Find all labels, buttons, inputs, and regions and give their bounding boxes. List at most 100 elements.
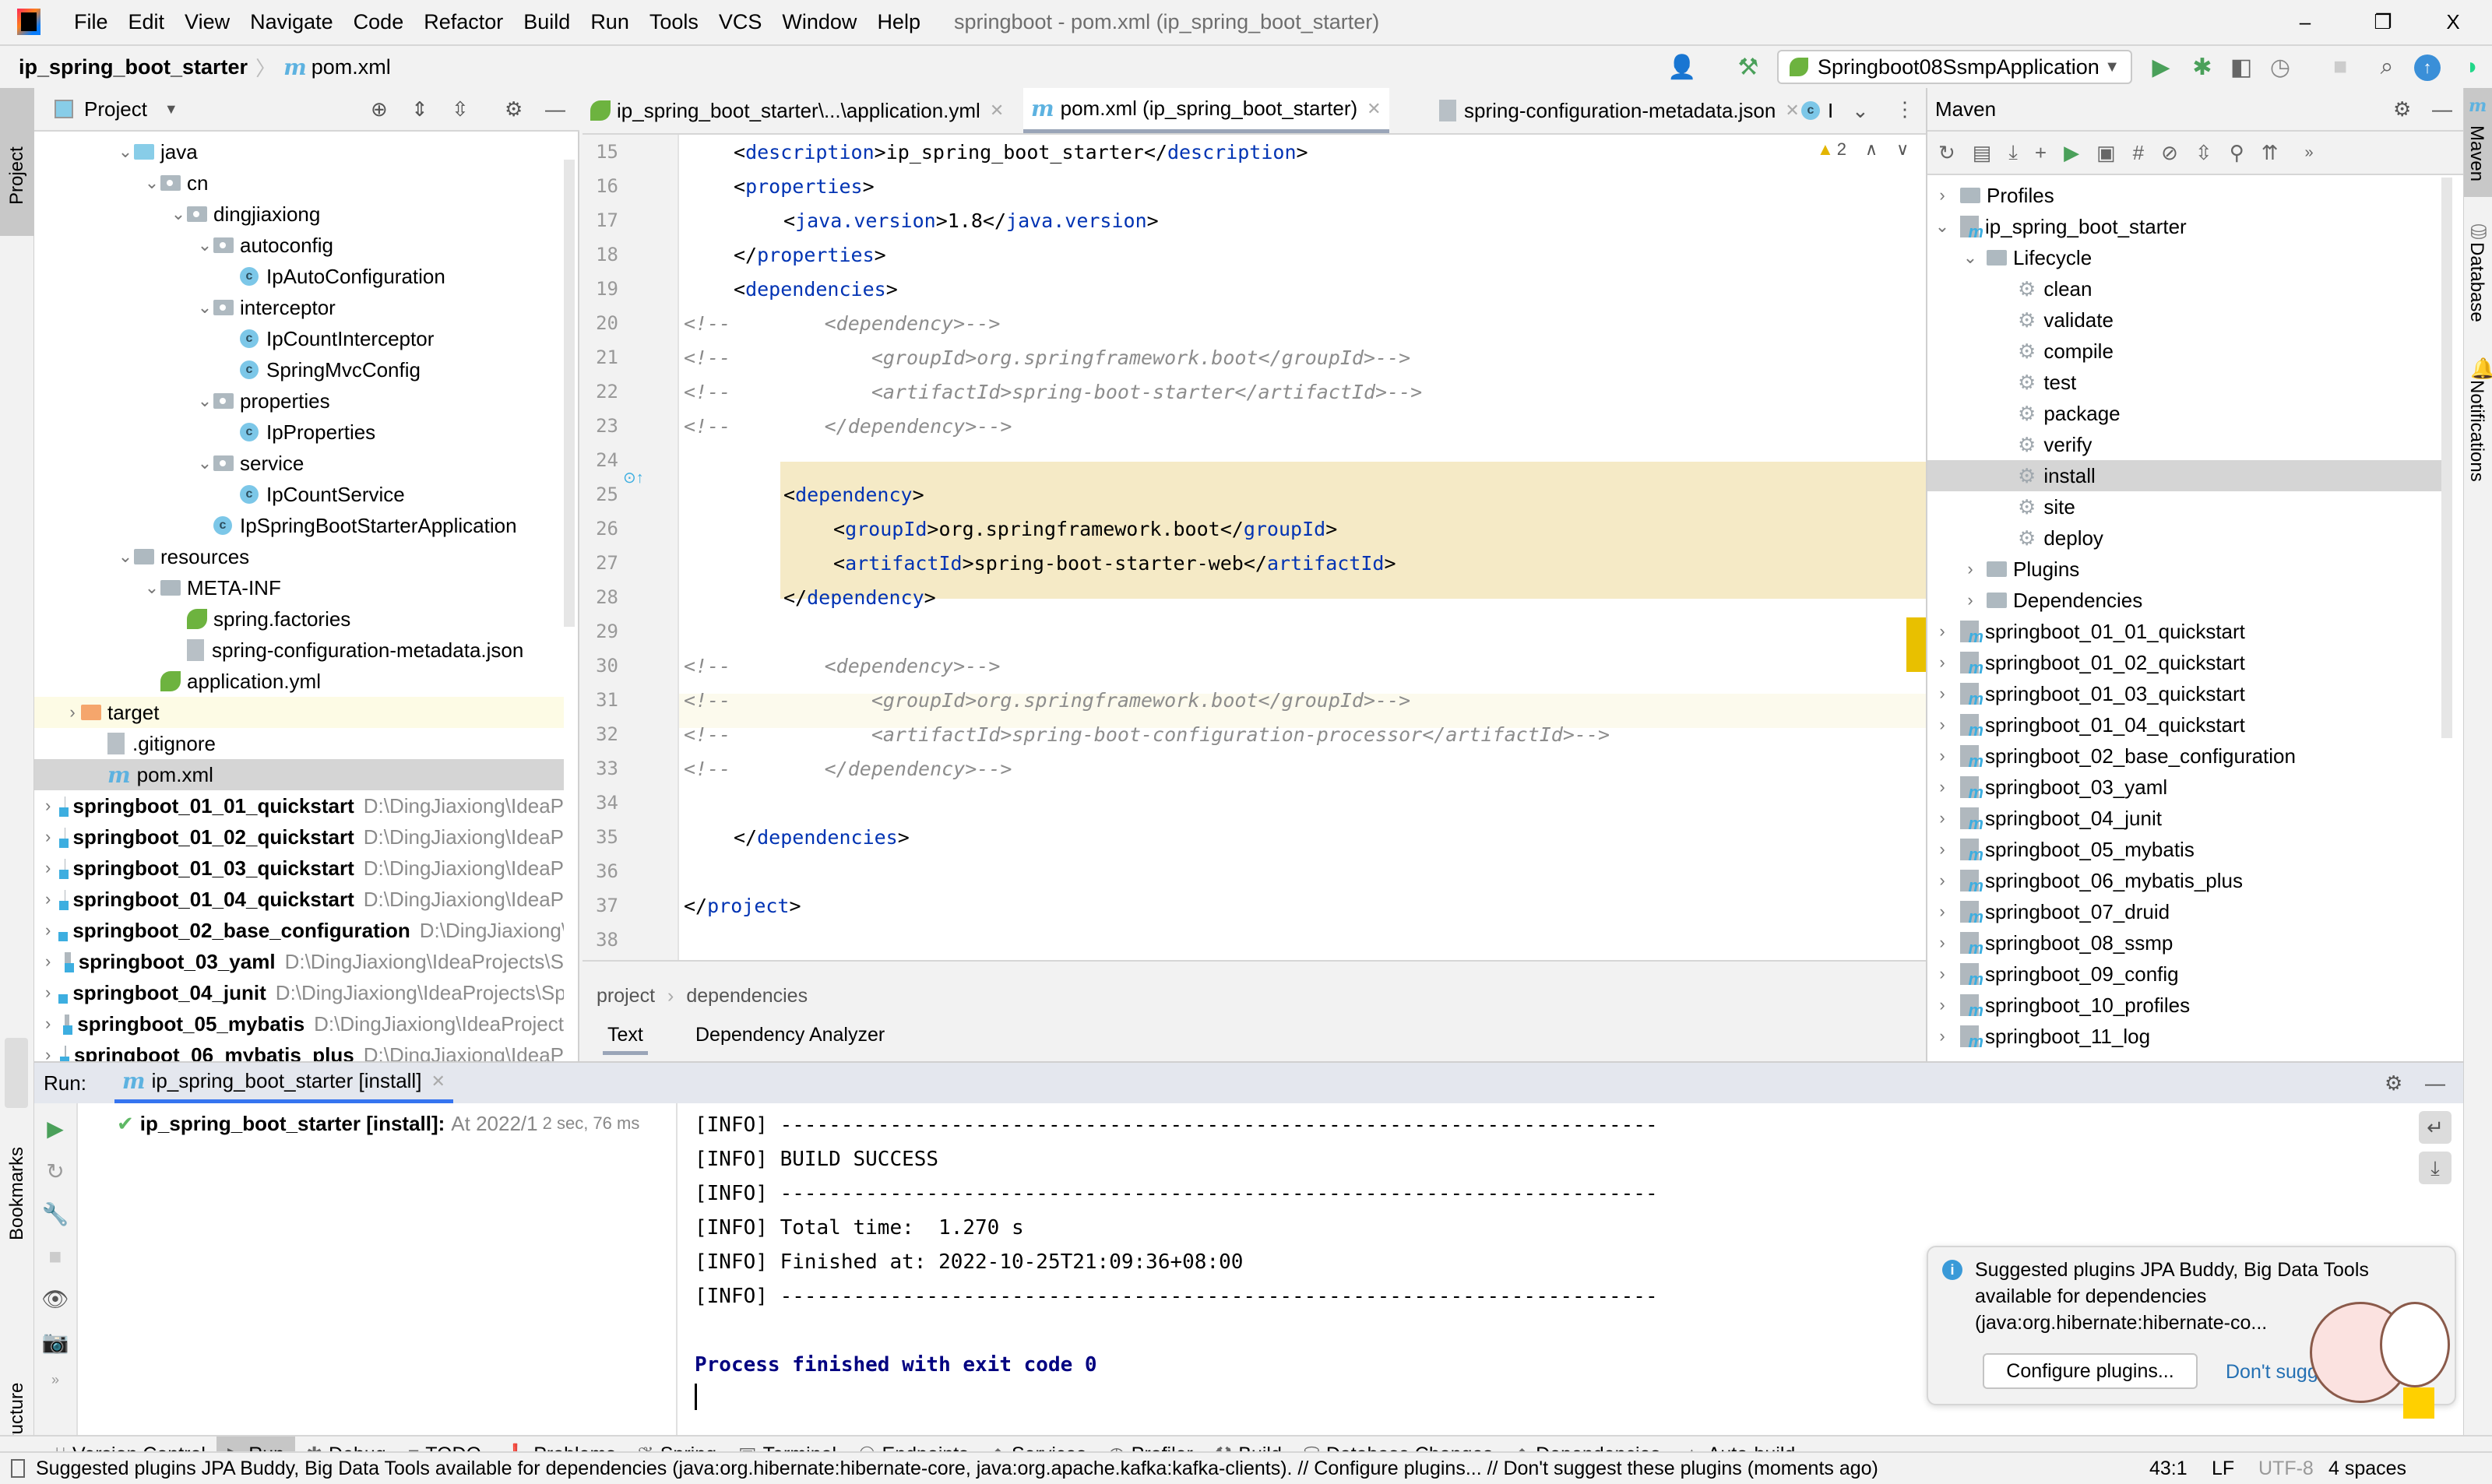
tree-item[interactable]: ⌄service — [34, 448, 564, 479]
tree-item[interactable]: cSpringMvcConfig — [34, 354, 564, 385]
close-tab-icon[interactable]: ✕ — [1367, 99, 1381, 119]
tab-dependency-analyzer[interactable]: Dependency Analyzer — [695, 1024, 885, 1055]
chevron-down-icon[interactable]: ⌄ — [143, 173, 160, 193]
chevron-right-icon[interactable]: › — [45, 827, 51, 847]
chevron-down-icon[interactable]: ⌄ — [1962, 248, 1979, 268]
update-icon[interactable]: ↑ — [2414, 55, 2441, 81]
chevron-right-icon[interactable]: › — [45, 1014, 51, 1034]
chevron-down-icon[interactable]: ⌄ — [1934, 216, 1951, 237]
generate-sources-icon[interactable]: ▤ — [1973, 141, 1992, 165]
tree-item[interactable]: ⌄resources — [34, 541, 564, 572]
chevron-down-icon[interactable]: ⌄ — [117, 142, 134, 162]
tree-item[interactable]: ⌄autoconfig — [34, 230, 564, 261]
menu-item-code[interactable]: Code — [343, 10, 414, 34]
menu-item-navigate[interactable]: Navigate — [240, 10, 343, 34]
chevron-right-icon[interactable]: › — [1934, 1026, 1951, 1046]
configure-plugins-button[interactable]: Configure plugins... — [1983, 1353, 2198, 1389]
close-tab-icon[interactable]: ✕ — [431, 1071, 445, 1092]
maven-tree-item[interactable]: ›springboot_07_druid — [1927, 896, 2441, 927]
maven-tree-item[interactable]: ›Profiles — [1927, 180, 2441, 211]
module-item[interactable]: ›springboot_05_mybatisD:\DingJiaxiong\Id… — [34, 1008, 564, 1039]
chevron-down-icon[interactable]: ⌄ — [196, 235, 213, 255]
bookmarks-tab[interactable]: Bookmarks — [6, 1147, 28, 1240]
chevron-right-icon[interactable]: › — [1934, 870, 1951, 891]
maven-tree-item[interactable]: ›springboot_05_mybatis — [1927, 834, 2441, 865]
maven-tree-item[interactable]: ⚙verify — [1927, 429, 2441, 460]
maven-tree-item[interactable]: ›springboot_01_02_quickstart — [1927, 647, 2441, 678]
hide-icon[interactable]: — — [2432, 97, 2452, 121]
chevron-down-icon[interactable]: ⌄ — [117, 547, 134, 567]
tree-item[interactable]: .gitignore — [34, 728, 564, 759]
maven-tree-item[interactable]: ›springboot_09_config — [1927, 958, 2441, 990]
add-icon[interactable]: + — [2035, 141, 2047, 165]
rerun-icon[interactable]: ▶ — [47, 1116, 64, 1141]
menu-item-window[interactable]: Window — [772, 10, 867, 34]
database-tab[interactable]: Database — [2466, 242, 2487, 322]
chevron-down-icon[interactable]: ▼ — [164, 101, 178, 118]
maven-scrollbar[interactable] — [2441, 178, 2452, 738]
xml-breadcrumb-item[interactable]: project — [597, 985, 655, 1008]
coverage-icon[interactable]: ◧ — [2226, 51, 2257, 83]
scroll-to-end-icon[interactable]: ⤓ — [2419, 1152, 2452, 1184]
module-item[interactable]: ›springboot_04_junitD:\DingJiaxiong\Idea… — [34, 977, 564, 1008]
chevron-right-icon[interactable]: › — [45, 858, 51, 878]
module-item[interactable]: ›springboot_01_02_quickstartD:\DingJiaxi… — [34, 821, 564, 853]
reload-icon[interactable]: ↻ — [1938, 141, 1955, 165]
project-scrollbar[interactable] — [564, 160, 575, 627]
close-tab-icon[interactable]: ✕ — [990, 100, 1004, 121]
more-icon[interactable]: ⋮ — [1895, 97, 1915, 121]
show-deps-icon[interactable]: ⇈ — [2261, 141, 2279, 165]
chevron-down-icon[interactable]: ⌄ — [196, 391, 213, 411]
editor-tab-application-yml[interactable]: ip_spring_boot_starter\...\application.y… — [583, 88, 1012, 133]
chevron-right-icon[interactable]: › — [1934, 902, 1951, 922]
chevron-right-icon[interactable]: › — [1934, 995, 1951, 1015]
maven-tree-item[interactable]: ⚙package — [1927, 398, 2441, 429]
chevron-right-icon[interactable]: › — [64, 702, 81, 723]
maven-tree-item[interactable]: ›Dependencies — [1927, 585, 2441, 616]
maven-tree-item[interactable]: ⚙site — [1927, 491, 2441, 522]
maven-tree-item[interactable]: ⚙deploy — [1927, 522, 2441, 554]
minimize-button[interactable]: – — [2274, 0, 2336, 44]
download-icon[interactable]: ⤓ — [2008, 140, 2018, 165]
status-message[interactable]: Suggested plugins JPA Buddy, Big Data To… — [36, 1458, 1878, 1480]
run-config-icon[interactable]: ▣ — [2096, 141, 2116, 165]
restore-button[interactable]: ❐ — [2352, 0, 2414, 44]
caret-position[interactable]: 43:1 — [2149, 1458, 2188, 1480]
menu-item-edit[interactable]: Edit — [118, 10, 175, 34]
xml-breadcrumb-item[interactable]: dependencies — [686, 985, 808, 1008]
chevron-right-icon[interactable]: › — [1934, 808, 1951, 828]
menu-item-help[interactable]: Help — [867, 10, 931, 34]
collapse-all-icon[interactable]: ⇳ — [452, 97, 469, 121]
tree-item[interactable]: cIpCountInterceptor — [34, 323, 564, 354]
maven-tree-item[interactable]: ›springboot_01_01_quickstart — [1927, 616, 2441, 647]
editor-tab-class[interactable]: c I — [1793, 88, 1841, 133]
close-window-button[interactable]: X — [2422, 0, 2484, 44]
maven-tree-item[interactable]: ›springboot_06_mybatis_plus — [1927, 865, 2441, 896]
analyze-icon[interactable]: ⚲ — [2230, 141, 2244, 165]
tree-item[interactable]: cIpSpringBootStarterApplication — [34, 510, 564, 541]
chevron-right-icon[interactable]: › — [45, 983, 51, 1003]
menu-item-tools[interactable]: Tools — [639, 10, 709, 34]
more-icon[interactable]: » — [51, 1372, 59, 1388]
status-window-icon[interactable] — [11, 1459, 25, 1478]
search-icon[interactable]: ⌕ — [2371, 51, 2402, 83]
stop-icon[interactable]: ■ — [49, 1244, 62, 1269]
maven-tree-item[interactable]: ›springboot_01_04_quickstart — [1927, 709, 2441, 740]
tab-list-chevron-icon[interactable]: ⌄ — [1852, 99, 1869, 123]
run-configuration-select[interactable]: Springboot08SsmpApplication ▼ — [1777, 50, 2132, 84]
next-highlight-icon[interactable]: ∨ — [1896, 139, 1909, 160]
chevron-right-icon[interactable]: › — [45, 796, 51, 816]
maven-tree-item[interactable]: ⚙clean — [1927, 273, 2441, 304]
toggle-offline-icon[interactable]: # — [2133, 141, 2144, 165]
chevron-down-icon[interactable]: ⌄ — [196, 453, 213, 473]
stop-icon[interactable]: ■ — [2325, 51, 2356, 83]
more-icon[interactable]: » — [2305, 144, 2314, 162]
editor-tab-pom-xml[interactable]: m pom.xml (ip_spring_boot_starter) ✕ — [1023, 88, 1389, 133]
tree-item[interactable]: ⌄cn — [34, 167, 564, 199]
expand-all-icon[interactable]: ⇕ — [411, 97, 428, 121]
menu-item-view[interactable]: View — [174, 10, 240, 34]
chevron-right-icon[interactable]: › — [1934, 933, 1951, 953]
project-stripe-button[interactable]: Project — [0, 88, 34, 236]
module-item[interactable]: ›springboot_02_base_configurationD:\Ding… — [34, 915, 564, 946]
chevron-right-icon[interactable]: › — [45, 920, 51, 941]
